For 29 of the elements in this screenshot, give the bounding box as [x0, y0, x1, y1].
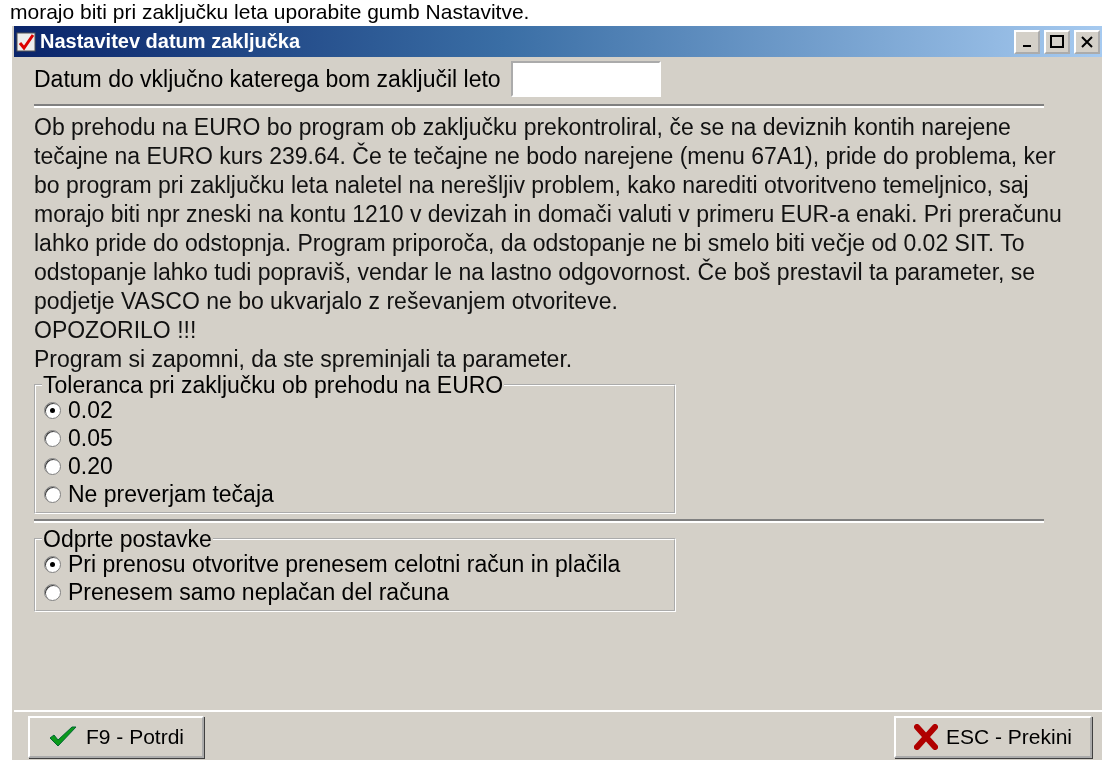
- cancel-button[interactable]: ESC - Prekini: [893, 716, 1092, 758]
- description-text: Program si zapomni, da ste spreminjali ta parameter.: [34, 345, 574, 374]
- group-title: Toleranca pri zaključku ob prehodu na EURO: [42, 374, 505, 396]
- radio-option[interactable]: Prenesem samo neplačan del računa: [44, 578, 664, 606]
- radio-icon[interactable]: [44, 429, 61, 447]
- radio-icon[interactable]: [44, 555, 61, 573]
- maximize-icon: [1050, 34, 1064, 49]
- radio-icon[interactable]: [44, 401, 61, 419]
- minimize-icon: [1023, 44, 1031, 47]
- radio-icon[interactable]: [44, 485, 61, 503]
- window-title: Nastavitev datum zaključka: [40, 30, 302, 53]
- maximize-button[interactable]: [1044, 29, 1070, 54]
- caption-text: morajo biti pri zaključku leta uporabite gumb Nastavitve.: [10, 0, 530, 24]
- minimize-button[interactable]: [1014, 29, 1040, 54]
- radio-icon[interactable]: [44, 583, 61, 601]
- close-icon: [1080, 34, 1094, 49]
- date-label: Datum do vključno katerega bom zaključil leto: [34, 65, 501, 93]
- radio-icon[interactable]: [44, 457, 61, 475]
- confirm-button[interactable]: F9 - Potrdi: [28, 716, 205, 758]
- radio-option[interactable]: 0.05: [44, 424, 664, 452]
- app-icon: [16, 31, 36, 52]
- close-button[interactable]: [1074, 29, 1100, 54]
- date-input[interactable]: [510, 61, 661, 97]
- radio-option[interactable]: Ne preverjam tečaja: [44, 480, 664, 508]
- radio-option[interactable]: 0.20: [44, 452, 664, 480]
- description-text: OPOZORILO !!!: [34, 316, 198, 345]
- description-text: Ob prehodu na EURO bo program ob zaključku prekontroliral, če se na deviznih kontih narejene tečajne na EURO kurs 239.64. Če te tečajne ne bodo narejene (menu 67A1), pride do problema, ker bo program pri zaključku leta naletel na nerešljiv problem, kako narediti otvoritveno temeljnico, saj morajo biti npr zneski na kontu 1210 v devizah in domači valuti v primeru EUR-a enaki. Pri preračunu lahko pride do odstopnja. Program priporoča, da odstopanje ne bi smelo biti večje od 0.02 SIT. To odstopanje lahko tudi popraviš, vendar le na lastno odgovornost. Če boš prestavil ta parameter, se podjetje VASCO ne bo ukvarjalo z reševanjem otvoriteve.: [34, 113, 1063, 316]
- cross-icon: [913, 724, 938, 750]
- group-title: Odprte postavke: [42, 528, 213, 550]
